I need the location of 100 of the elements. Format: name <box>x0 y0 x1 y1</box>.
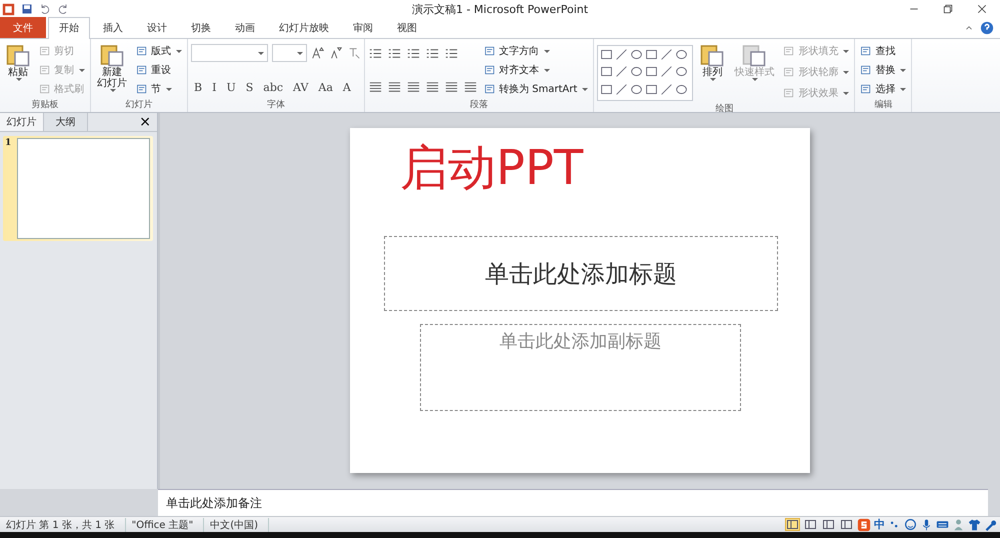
window-title: 演示文稿1 - Microsoft PowerPoint <box>412 3 588 16</box>
caret-icon <box>900 68 906 72</box>
align-icon <box>387 80 402 94</box>
shrink-font-icon <box>329 46 343 60</box>
group-label: 编辑 <box>874 100 892 110</box>
redo-icon <box>57 3 69 15</box>
ribbon-button[interactable]: 查找 <box>858 43 908 59</box>
shape-gallery[interactable] <box>597 45 694 101</box>
close-icon <box>976 3 988 15</box>
slide-thumbnail[interactable]: 1 <box>3 136 153 241</box>
grow-font-icon <box>311 46 325 60</box>
tool-icon <box>783 45 796 57</box>
format-button[interactable]: S <box>242 80 256 94</box>
ribbon-button[interactable]: 文字方向 <box>482 43 590 59</box>
view-button[interactable] <box>821 518 836 531</box>
align-icon <box>368 80 383 94</box>
help-icon <box>980 21 994 35</box>
group-label: 字体 <box>267 100 285 110</box>
microphone-icon <box>920 518 933 531</box>
format-button[interactable]: Aa <box>315 80 336 94</box>
ribbon-tab[interactable]: 动画 <box>224 17 266 38</box>
shape-icon <box>675 48 688 61</box>
format-button[interactable]: A <box>340 80 354 94</box>
ribbon-button[interactable]: 替换 <box>858 62 908 78</box>
pane-tab[interactable]: 幻灯片 <box>0 113 44 131</box>
save-icon <box>21 3 33 15</box>
pane-tab[interactable]: 大纲 <box>44 113 88 131</box>
caret-icon <box>843 70 850 74</box>
shape-icon <box>600 48 614 61</box>
shape-icon <box>645 65 658 78</box>
wrench-icon <box>984 518 997 531</box>
caret-icon <box>176 50 182 52</box>
tool-icon <box>700 43 724 67</box>
ribbon-tab[interactable]: 审阅 <box>342 17 384 38</box>
shape-icon <box>630 65 644 78</box>
caret-icon <box>843 92 850 94</box>
ribbon-button[interactable]: 重设 <box>134 62 184 78</box>
close-button[interactable]: × <box>133 113 157 131</box>
ribbon-button[interactable]: 对齐文本 <box>482 62 590 78</box>
ribbon-button[interactable]: 节 <box>134 81 184 97</box>
shape-icon <box>660 82 674 96</box>
subtitle-placeholder[interactable]: 单击此处添加副标题 <box>420 324 741 411</box>
tool-icon <box>783 87 796 99</box>
ribbon-button[interactable]: 排列 <box>697 43 728 81</box>
tool-icon <box>39 45 51 57</box>
format-button[interactable]: B <box>191 80 206 94</box>
tool-icon <box>742 43 766 67</box>
caret-icon <box>843 50 850 52</box>
caret-icon <box>166 88 172 90</box>
tool-icon <box>860 64 872 76</box>
shape-icon <box>675 65 688 78</box>
caret-icon <box>544 50 550 52</box>
ribbon-button[interactable]: 新建 幻灯片 <box>94 43 130 92</box>
shirt-icon <box>968 518 981 531</box>
shape-icon <box>615 82 628 96</box>
ribbon-tab[interactable]: 设计 <box>136 17 178 38</box>
ribbon-button[interactable]: 版式 <box>134 43 184 59</box>
ime-mode[interactable]: 中 <box>874 517 885 532</box>
shape-icon <box>630 82 644 96</box>
view-button[interactable] <box>803 518 818 531</box>
font-name-field[interactable] <box>191 44 268 62</box>
caret-icon <box>110 89 116 92</box>
tool-icon <box>484 64 496 76</box>
font-size-field[interactable] <box>272 44 307 62</box>
view-button[interactable] <box>785 518 800 531</box>
tool-icon <box>484 45 496 57</box>
tool-icon <box>860 45 872 57</box>
shape-icon <box>675 82 688 96</box>
format-button[interactable]: AV <box>290 80 312 94</box>
caret-icon <box>900 88 906 90</box>
format-button[interactable]: U <box>223 80 239 94</box>
restore-icon <box>942 3 954 15</box>
notes-field[interactable]: 单击此处添加备注 <box>158 489 988 516</box>
format-button[interactable]: I <box>209 80 220 94</box>
tool-icon <box>783 66 796 78</box>
shape-icon <box>645 82 658 96</box>
ribbon-tab[interactable]: 切换 <box>180 17 222 38</box>
align-icon <box>463 80 478 94</box>
ribbon-button[interactable]: 转换为 SmartArt <box>482 81 590 97</box>
shape-icon <box>600 82 614 96</box>
title-placeholder[interactable]: 单击此处添加标题 <box>384 236 778 311</box>
caret-icon <box>710 78 716 81</box>
tool-icon <box>484 83 496 95</box>
shape-icon <box>615 65 628 78</box>
tool-icon <box>100 43 124 67</box>
ribbon-button[interactable]: 选择 <box>858 81 908 97</box>
view-button[interactable] <box>839 518 854 531</box>
ribbon-tab[interactable]: 插入 <box>92 17 134 38</box>
ribbon-button[interactable]: 粘贴 <box>3 43 33 81</box>
group-label: 剪贴板 <box>32 100 58 110</box>
ribbon-tab[interactable]: 开始 <box>48 17 90 39</box>
ribbon-tab[interactable]: 幻灯片放映 <box>268 17 340 38</box>
tool-icon <box>136 45 148 57</box>
file-tab[interactable]: 文件 <box>0 17 46 38</box>
tool-icon <box>860 83 872 95</box>
align-icon <box>444 80 459 94</box>
format-button[interactable]: abc <box>260 80 286 94</box>
ribbon-tab[interactable]: 视图 <box>386 17 428 38</box>
group-label: 绘图 <box>715 104 734 114</box>
tool-icon <box>39 83 51 95</box>
